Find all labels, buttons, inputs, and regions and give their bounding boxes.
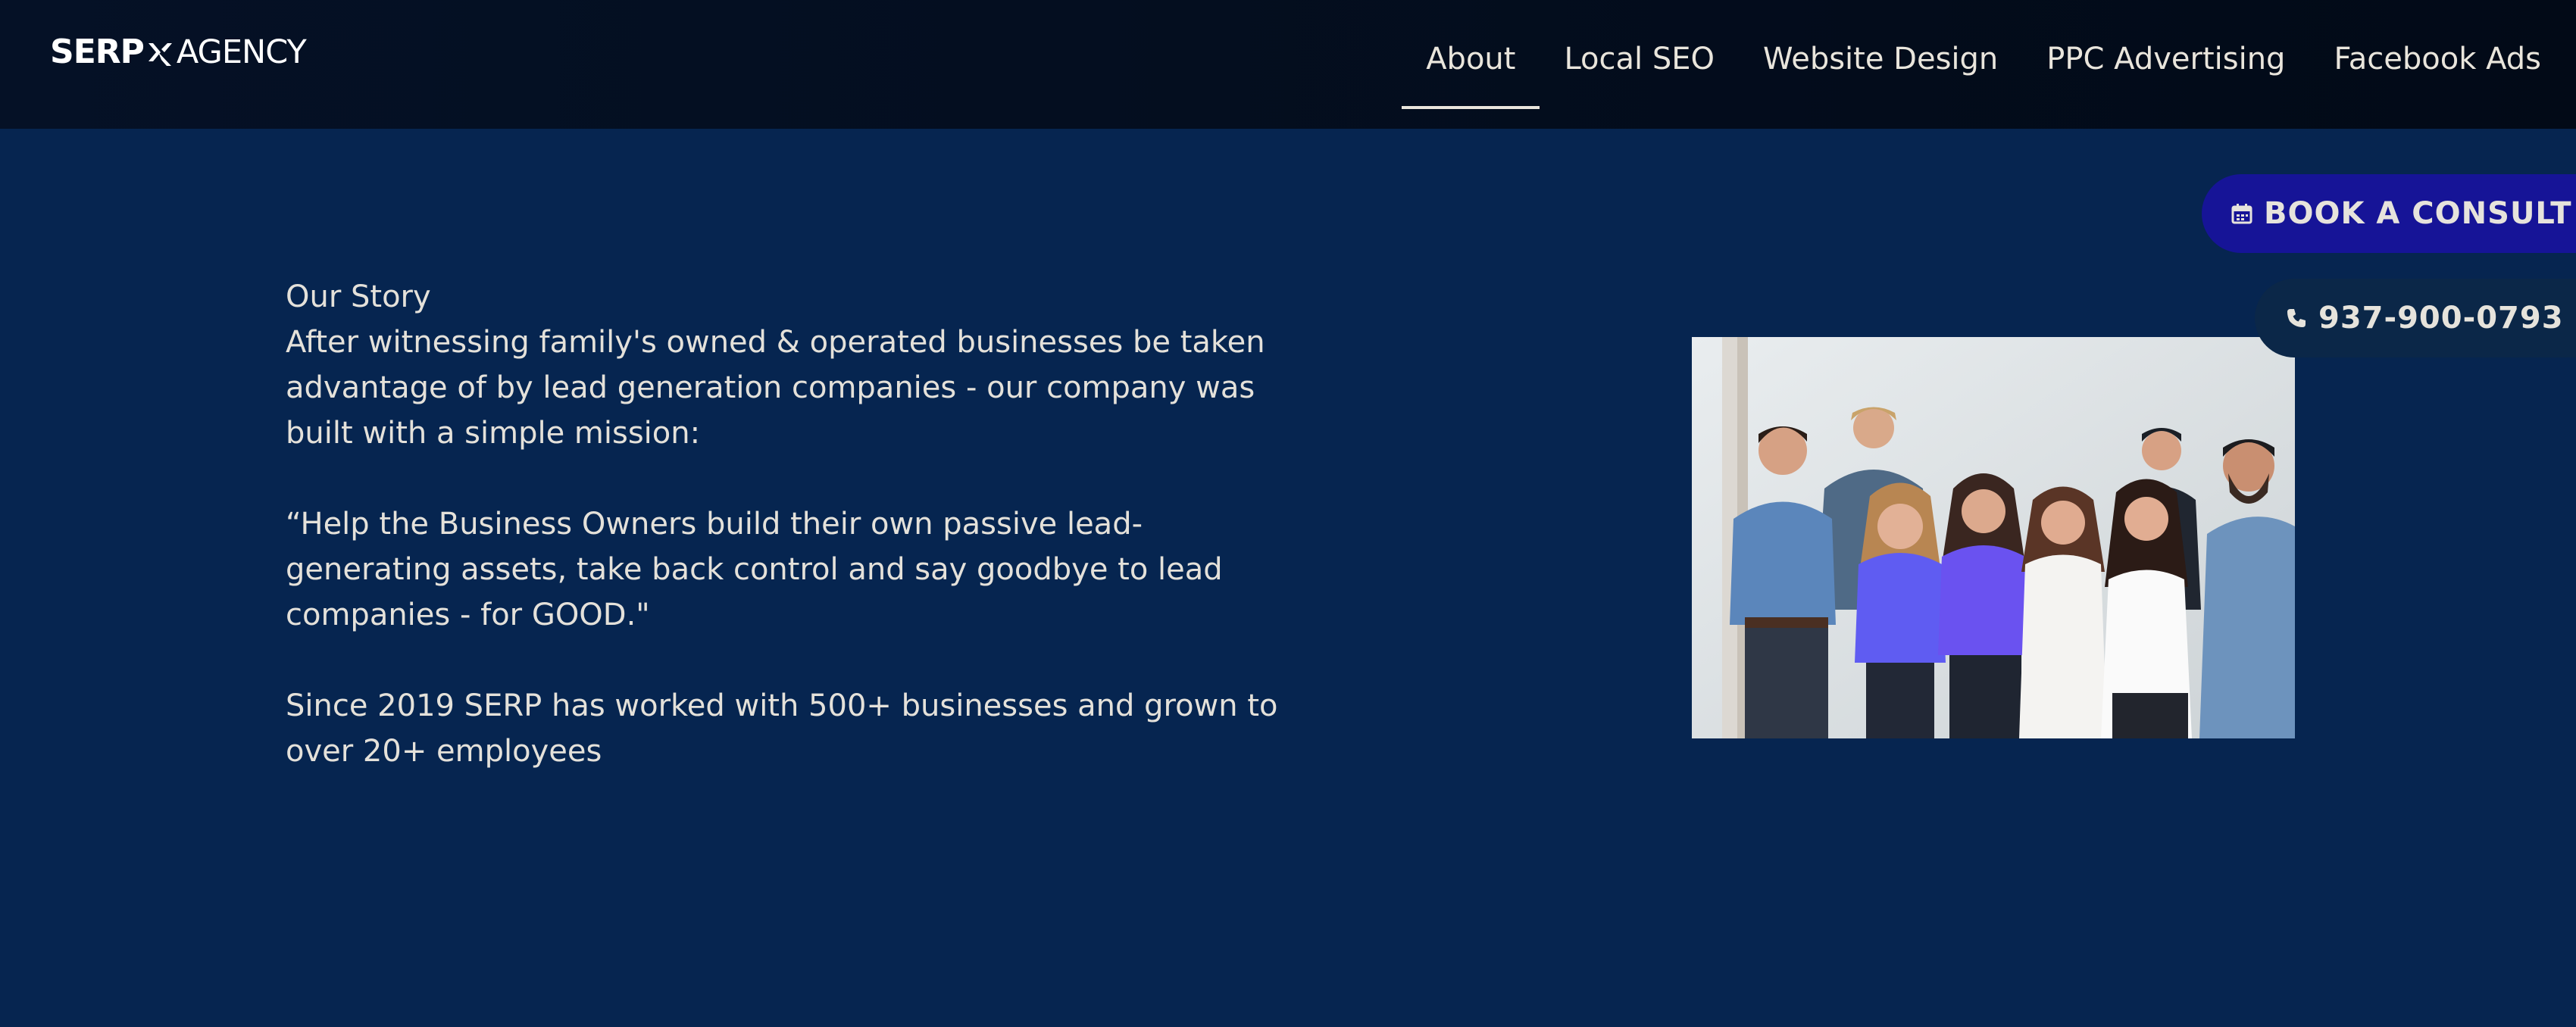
- nav-item-website-design[interactable]: Website Design: [1739, 0, 2022, 114]
- logo-serp-text: SERP: [50, 33, 145, 71]
- logo-agency-text: AGENCY: [176, 33, 307, 71]
- calendar-icon: [2231, 204, 2252, 224]
- story-intro: After witnessing family's owned & operat…: [286, 325, 1265, 451]
- nav-item-label: PPC Advertising: [2046, 42, 2286, 76]
- nav-item-label: Facebook Ads: [2334, 42, 2541, 76]
- phone-number: 937-900-0793: [2318, 301, 2564, 336]
- story-heading: Our Story: [286, 279, 431, 314]
- team-photo: [1692, 337, 2295, 738]
- nav-item-label: About: [1426, 42, 1516, 76]
- phone-icon: [2287, 309, 2306, 327]
- nav-item-label: Website Design: [1763, 42, 1999, 76]
- site-header: SERP AGENCY About Local SEO Website Desi…: [0, 0, 2576, 129]
- nav-item-local-seo[interactable]: Local SEO: [1540, 0, 1739, 114]
- serp-x-mark-icon: [148, 43, 172, 66]
- nav-item-label: Local SEO: [1564, 42, 1715, 76]
- main-nav: About Local SEO Website Design PPC Adver…: [1402, 0, 2541, 114]
- book-consult-label: BOOK A CONSULT: [2264, 196, 2572, 231]
- our-story-section: Our Story After witnessing family's owne…: [286, 274, 1301, 819]
- story-quote: “Help the Business Owners build their ow…: [286, 507, 1223, 632]
- active-nav-underline: [1402, 106, 1540, 109]
- nav-item-about[interactable]: About: [1402, 0, 1540, 114]
- nav-item-facebook-ads[interactable]: Facebook Ads: [2309, 0, 2541, 114]
- nav-item-ppc-advertising[interactable]: PPC Advertising: [2022, 0, 2309, 114]
- story-closing: Since 2019 SERP has worked with 500+ bus…: [286, 688, 1278, 769]
- logo[interactable]: SERP AGENCY: [50, 33, 307, 72]
- book-consult-button[interactable]: BOOK A CONSULT: [2202, 174, 2576, 253]
- phone-button[interactable]: 937-900-0793: [2255, 279, 2576, 357]
